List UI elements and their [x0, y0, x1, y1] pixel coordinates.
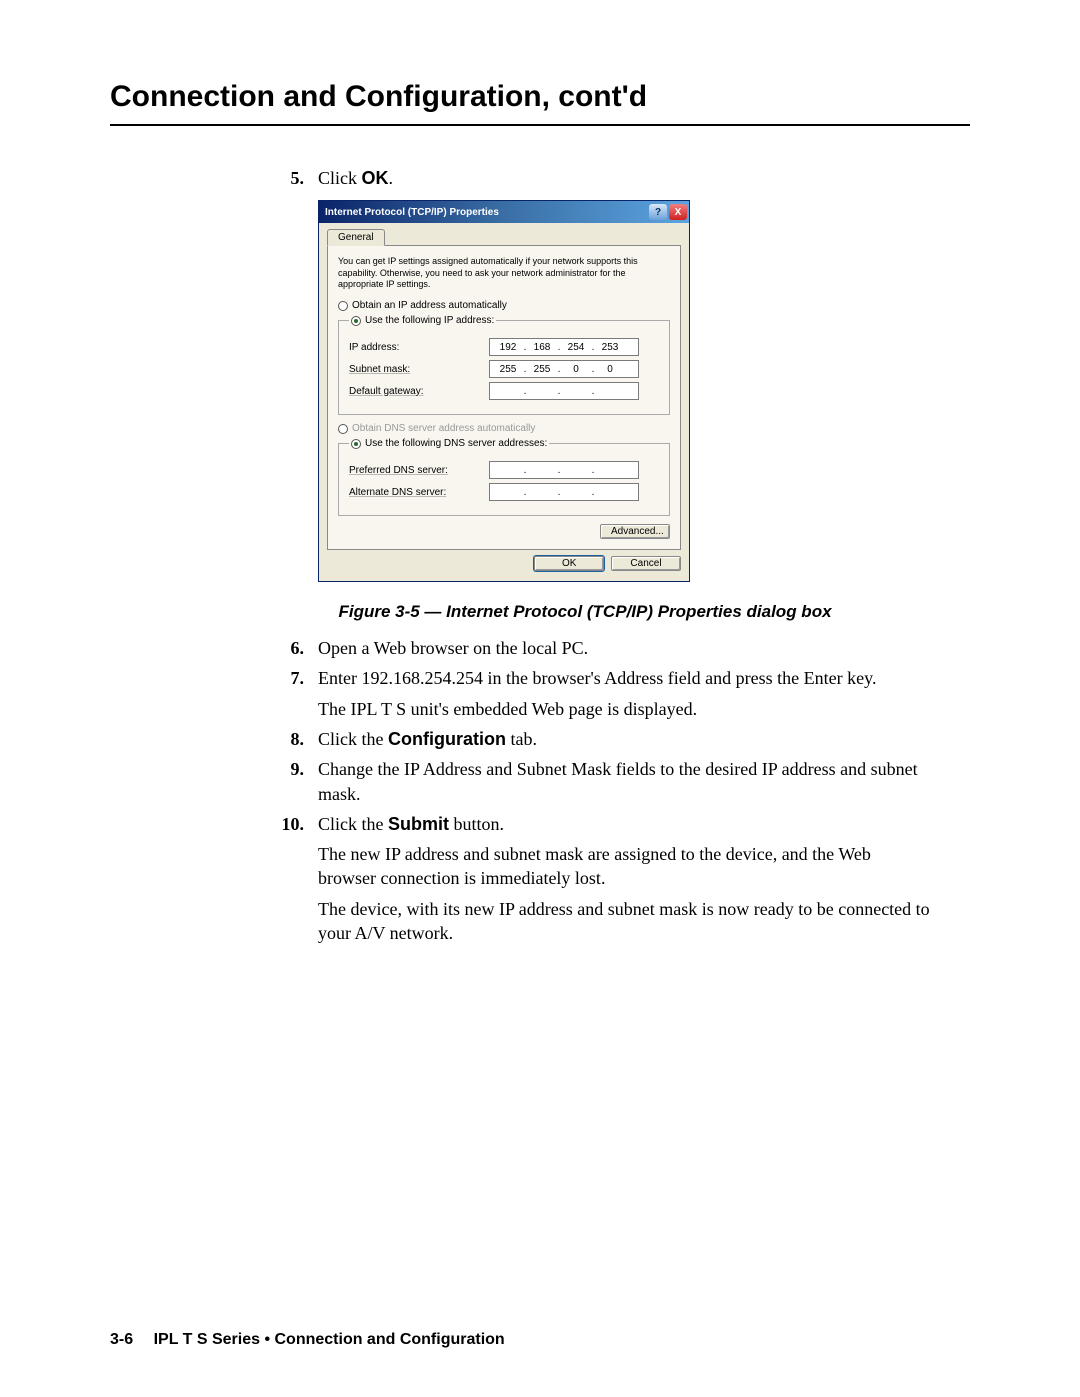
step-10: 10. Click the Submit button. The new IP … — [280, 812, 930, 945]
step-text-tail: button. — [449, 814, 504, 834]
pref-dns-label: Preferred DNS server: — [349, 465, 489, 476]
step-sub: The new IP address and subnet mask are a… — [318, 842, 930, 891]
step-text: Enter 192.168.254.254 in the browser's A… — [318, 666, 930, 690]
pref-dns-input[interactable]: . . . — [489, 461, 639, 479]
dialog-titlebar: Internet Protocol (TCP/IP) Properties ? … — [319, 201, 689, 223]
radio-auto-ip-label: Obtain an IP address automatically — [352, 300, 507, 311]
footer-text: IPL T S Series • Connection and Configur… — [154, 1331, 505, 1348]
subnet-input[interactable]: 255. 255. 0. 0 — [489, 360, 639, 378]
alt-dns-input[interactable]: . . . — [489, 483, 639, 501]
ok-button[interactable]: OK — [534, 556, 604, 571]
radio-use-dns-label: Use the following DNS server addresses: — [365, 438, 547, 449]
close-button[interactable]: X — [669, 204, 687, 220]
step-6: 6. Open a Web browser on the local PC. — [280, 636, 930, 660]
ip-group: Use the following IP address: IP address… — [338, 315, 670, 415]
ip-seg: 255 — [528, 364, 556, 375]
dialog-title: Internet Protocol (TCP/IP) Properties — [325, 207, 647, 218]
ip-seg: 0 — [596, 364, 624, 375]
step-sub: The IPL T S unit's embedded Web page is … — [318, 697, 930, 721]
step-5: 5. Click OK. — [280, 166, 930, 190]
configuration-word: Configuration — [388, 729, 506, 749]
step-number: 10. — [280, 812, 318, 945]
ip-seg: 253 — [596, 342, 624, 353]
figure-caption: Figure 3-5 — Internet Protocol (TCP/IP) … — [110, 602, 930, 622]
step-text-tail: tab. — [506, 729, 537, 749]
ip-address-input[interactable]: 192. 168. 254. 253 — [489, 338, 639, 356]
ip-seg: 254 — [562, 342, 590, 353]
ip-seg: 192 — [494, 342, 522, 353]
page-title: Connection and Configuration, cont'd — [110, 80, 970, 126]
step-number: 7. — [280, 666, 318, 721]
step-number: 8. — [280, 727, 318, 751]
alt-dns-label: Alternate DNS server: — [349, 487, 489, 498]
help-button[interactable]: ? — [649, 204, 667, 220]
step-9: 9. Change the IP Address and Subnet Mask… — [280, 757, 930, 806]
advanced-button[interactable]: Advanced... — [600, 524, 670, 539]
step-text-tail: . — [389, 168, 394, 188]
ip-seg: 168 — [528, 342, 556, 353]
radio-auto-dns — [338, 424, 348, 434]
page-footer: 3-6 IPL T S Series • Connection and Conf… — [110, 1331, 505, 1349]
ip-seg: 0 — [562, 364, 590, 375]
step-text: Click the — [318, 729, 388, 749]
page-number: 3-6 — [110, 1331, 133, 1348]
radio-use-ip[interactable] — [351, 316, 361, 326]
step-text: Click the — [318, 814, 388, 834]
ip-seg: 255 — [494, 364, 522, 375]
radio-auto-ip[interactable] — [338, 301, 348, 311]
step-number: 5. — [280, 166, 318, 190]
step-8: 8. Click the Configuration tab. — [280, 727, 930, 751]
radio-use-ip-label: Use the following IP address: — [365, 315, 494, 326]
ip-address-label: IP address: — [349, 342, 489, 353]
ok-word: OK — [362, 168, 389, 188]
dns-group: Use the following DNS server addresses: … — [338, 438, 670, 516]
gateway-input[interactable]: . . . — [489, 382, 639, 400]
tab-general[interactable]: General — [327, 229, 385, 246]
step-7: 7. Enter 192.168.254.254 in the browser'… — [280, 666, 930, 721]
radio-auto-dns-label: Obtain DNS server address automatically — [352, 423, 535, 434]
step-number: 6. — [280, 636, 318, 660]
step-sub: The device, with its new IP address and … — [318, 897, 930, 946]
subnet-label: Subnet mask: — [349, 364, 489, 375]
cancel-button[interactable]: Cancel — [611, 556, 681, 571]
submit-word: Submit — [388, 814, 449, 834]
step-number: 9. — [280, 757, 318, 806]
step-text: Change the IP Address and Subnet Mask fi… — [318, 757, 930, 806]
gateway-label: Default gateway: — [349, 386, 489, 397]
step-text: Click — [318, 168, 362, 188]
radio-use-dns[interactable] — [351, 439, 361, 449]
step-text: Open a Web browser on the local PC. — [318, 636, 930, 660]
tcpip-properties-dialog: Internet Protocol (TCP/IP) Properties ? … — [318, 200, 690, 582]
info-text: You can get IP settings assigned automat… — [338, 256, 670, 290]
